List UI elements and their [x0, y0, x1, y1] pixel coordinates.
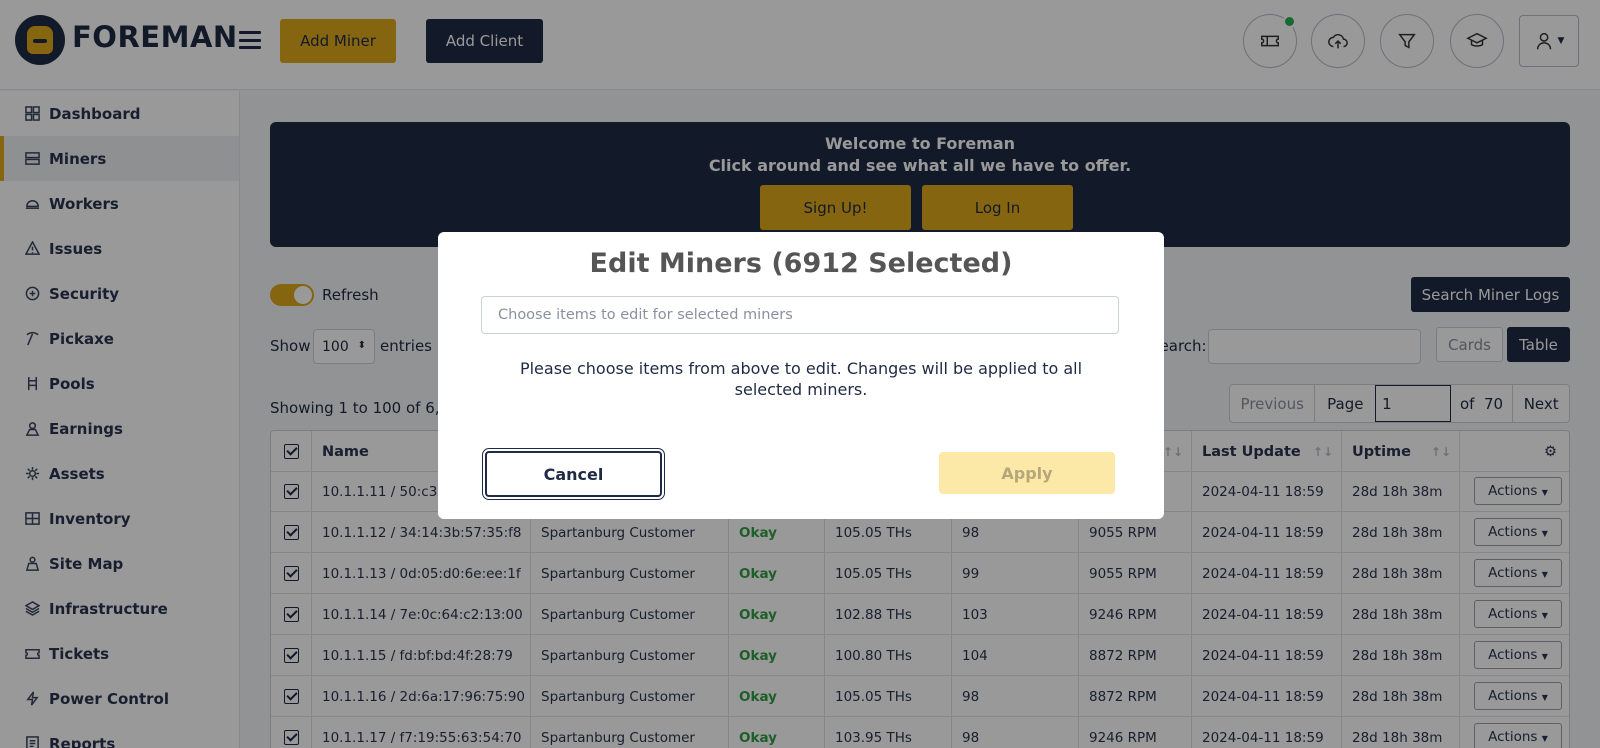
edit-miners-modal: Edit Miners (6912 Selected) Choose items…	[438, 232, 1164, 519]
modal-message: Please choose items from above to edit. …	[519, 359, 1083, 399]
edit-items-select[interactable]: Choose items to edit for selected miners	[481, 296, 1119, 334]
cancel-button[interactable]: Cancel	[482, 448, 665, 500]
modal-title: Edit Miners (6912 Selected)	[589, 248, 1013, 279]
apply-button[interactable]: Apply	[939, 452, 1115, 494]
